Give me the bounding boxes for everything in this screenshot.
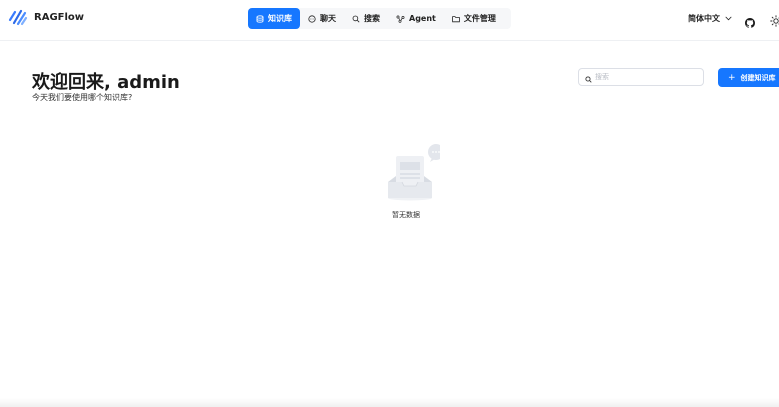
tab-label: Agent xyxy=(409,14,436,23)
tab-label: 搜索 xyxy=(364,14,380,23)
tab-agent[interactable]: Agent xyxy=(388,8,444,29)
search-input[interactable] xyxy=(595,73,695,81)
welcome-heading: 欢迎回来, admin xyxy=(32,72,180,93)
empty-state-text: 暂无数据 xyxy=(392,211,420,219)
welcome-subtitle: 今天我们要使用哪个知识库? xyxy=(32,93,133,102)
empty-state-illustration xyxy=(380,142,444,206)
tab-file-management[interactable]: 文件管理 xyxy=(444,8,504,29)
tab-label: 文件管理 xyxy=(463,14,496,23)
database-icon xyxy=(256,14,264,23)
folder-icon xyxy=(452,15,460,23)
agent-icon xyxy=(396,15,405,23)
chevron-down-icon xyxy=(725,14,732,23)
language-label: 简体中文 xyxy=(688,14,720,23)
tab-search[interactable]: 搜索 xyxy=(344,8,388,29)
theme-toggle-sun-icon[interactable] xyxy=(770,12,779,31)
brand-name: RAGFlow xyxy=(34,11,85,23)
empty-inbox-icon xyxy=(388,144,444,201)
ragflow-logo-icon xyxy=(8,9,28,26)
tab-label: 知识库 xyxy=(268,14,292,23)
tab-chat[interactable]: 聊天 xyxy=(300,8,344,29)
top-navigation-bar: RAGFlow 知识库 聊天 搜索 Agent 文件管理 简体中文 xyxy=(0,0,779,41)
search-box[interactable] xyxy=(578,68,704,86)
tab-knowledge-base[interactable]: 知识库 xyxy=(248,8,300,29)
github-icon[interactable] xyxy=(745,13,755,32)
brand[interactable]: RAGFlow xyxy=(8,8,84,26)
create-knowledge-base-button[interactable]: + 创建知识库 xyxy=(718,68,779,87)
bottom-edge-shadow xyxy=(0,398,779,407)
create-button-label: 创建知识库 xyxy=(740,73,776,82)
main-nav: 知识库 聊天 搜索 Agent 文件管理 xyxy=(248,8,511,29)
search-icon xyxy=(585,68,592,87)
plus-icon: + xyxy=(728,72,736,83)
search-icon xyxy=(352,15,360,23)
chat-icon xyxy=(308,14,316,23)
language-selector[interactable]: 简体中文 xyxy=(688,13,732,24)
tab-label: 聊天 xyxy=(320,14,336,23)
